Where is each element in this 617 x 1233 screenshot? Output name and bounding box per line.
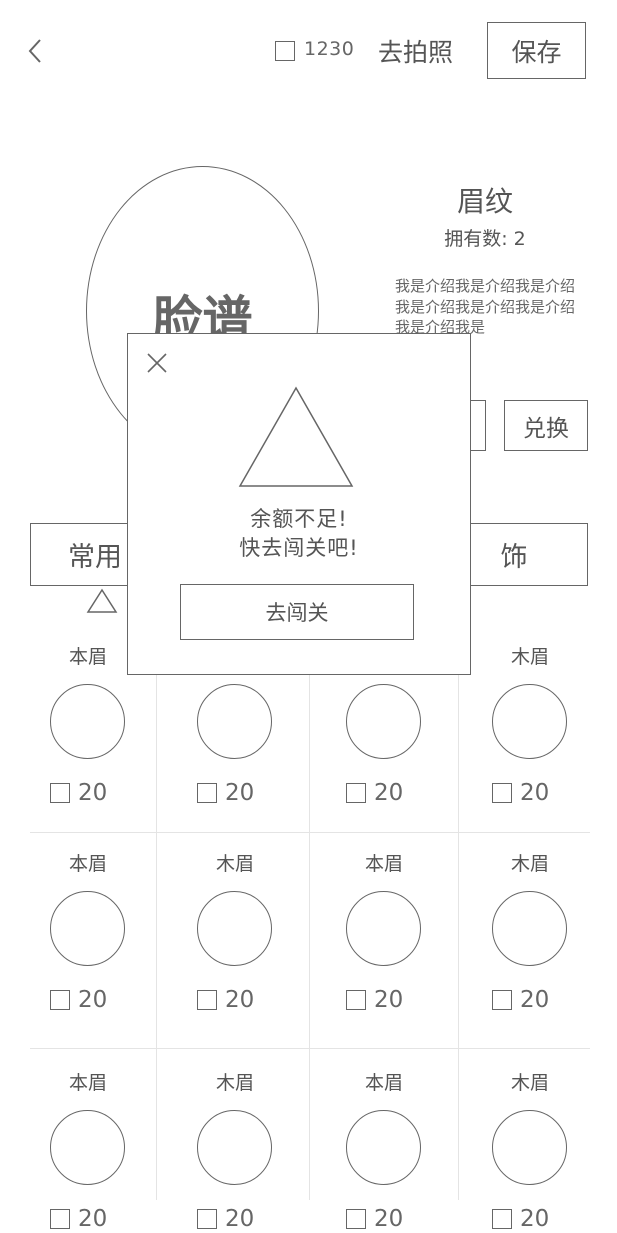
owned-count: 2 [513,228,526,250]
grid-item-price-value: 20 [78,987,108,1013]
coin-icon [346,783,366,803]
coin-icon [50,1209,70,1229]
grid-item-price-value: 20 [520,987,550,1013]
grid-item-thumbnail [50,684,125,759]
grid-item-price: 20 [197,780,254,806]
grid-item-price: 20 [492,1206,549,1232]
tab-indicator-icon [86,588,118,613]
close-icon[interactable] [146,352,168,374]
coin-icon [275,41,295,61]
grid-item-name: 本眉 [364,1072,403,1094]
grid-item-price-value: 20 [78,780,108,806]
grid-item-thumbnail [197,891,272,966]
coin-icon [346,1209,366,1229]
grid-item[interactable]: 本眉 20 [13,847,163,1067]
grid-item-price: 20 [346,987,403,1013]
grid-item-name: 木眉 [510,646,549,668]
grid-item-name: 本眉 [364,853,403,875]
coin-icon [197,990,217,1010]
modal-message-line2: 快去闯关吧! [239,536,359,560]
grid-item-price: 20 [197,987,254,1013]
go-challenge-button[interactable]: 去闯关 [180,584,414,640]
grid-item-price: 20 [346,1206,403,1232]
grid-item-thumbnail [492,684,567,759]
grid-item-thumbnail [50,891,125,966]
grid-item-price: 20 [197,1206,254,1232]
grid-item-thumbnail [197,1110,272,1185]
grid-item-thumbnail [197,684,272,759]
owned-label: 拥有数: [444,228,508,250]
save-button[interactable]: 保存 [487,22,586,79]
grid-item-thumbnail [346,684,421,759]
grid-item-price: 20 [346,780,403,806]
coin-icon [346,990,366,1010]
grid-item-name: 木眉 [510,1072,549,1094]
modal-message-line1: 余额不足! [250,507,348,531]
grid-item-thumbnail [50,1110,125,1185]
grid-item-name: 本眉 [68,1072,107,1094]
grid-item-price-value: 20 [225,1206,255,1232]
exchange-button[interactable]: 兑换 [504,400,588,451]
take-photo-link[interactable]: 去拍照 [378,33,453,69]
grid-item[interactable]: 本眉 20 [13,1066,163,1233]
grid-item-price: 20 [492,780,549,806]
warning-triangle-icon [238,386,354,487]
grid-item-name: 木眉 [510,853,549,875]
coin-icon [197,783,217,803]
modal-message: 余额不足! 快去闯关吧! [128,505,470,563]
grid-item-price-value: 20 [374,780,404,806]
grid-item-price: 20 [50,780,107,806]
grid-item-thumbnail [492,1110,567,1185]
coin-icon [492,783,512,803]
grid-item-price: 20 [50,987,107,1013]
insufficient-balance-modal: 余额不足! 快去闯关吧! 去闯关 [127,333,471,675]
grid-item-thumbnail [346,891,421,966]
grid-item-thumbnail [346,1110,421,1185]
back-icon[interactable] [26,38,48,64]
grid-item[interactable]: 木眉 20 [455,1066,605,1233]
coin-icon [492,990,512,1010]
coin-icon [50,990,70,1010]
coin-icon [197,1209,217,1229]
grid-item-name: 木眉 [215,853,254,875]
grid-item-thumbnail [492,891,567,966]
grid-item-price: 20 [50,1206,107,1232]
grid-item[interactable]: 本眉 20 [309,847,459,1067]
item-title: 眉纹 [456,185,513,218]
grid-item-price-value: 20 [520,780,550,806]
grid-item-name: 本眉 [68,853,107,875]
grid-item-price-value: 20 [225,780,255,806]
coin-icon [50,783,70,803]
grid-item-price-value: 20 [225,987,255,1013]
owned-count-row: 拥有数: 2 [390,224,580,251]
grid-item[interactable]: 木眉 20 [455,640,605,860]
coin-icon [492,1209,512,1229]
grid-item[interactable]: 木眉 20 [160,847,310,1067]
grid-item[interactable]: 木眉 20 [455,847,605,1067]
grid-item[interactable]: 本眉 20 [309,1066,459,1233]
grid-item-price: 20 [492,987,549,1013]
grid-item-price-value: 20 [374,987,404,1013]
grid-item-price-value: 20 [520,1206,550,1232]
grid-item[interactable]: 木眉 20 [160,1066,310,1233]
grid-item-price-value: 20 [78,1206,108,1232]
item-description: 我是介绍我是介绍我是介绍我是介绍我是介绍我是介绍我是介绍我是 [395,277,576,336]
coin-count: 1230 [304,38,355,60]
grid-item-price-value: 20 [374,1206,404,1232]
grid-item-name: 木眉 [215,1072,254,1094]
